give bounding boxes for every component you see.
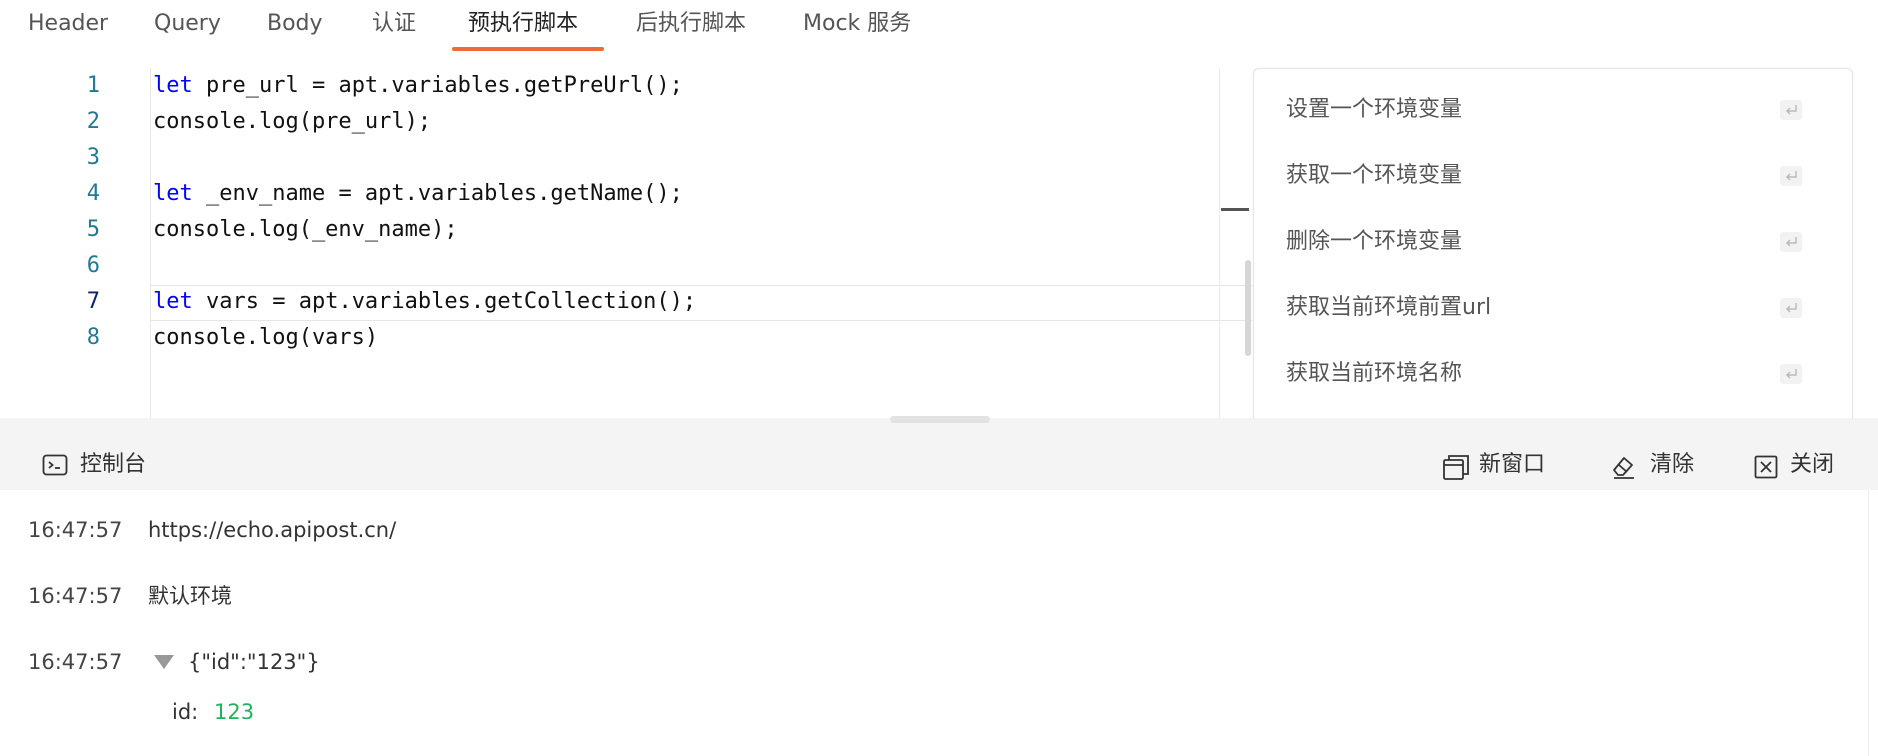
new-window-button[interactable]: 新窗口 <box>1442 440 1562 490</box>
suggestion-label: 获取当前环境名称 <box>1286 361 1463 386</box>
keyword: let <box>153 289 193 314</box>
line-number: 7 <box>86 289 100 314</box>
gutter-divider <box>150 68 151 418</box>
resize-handle[interactable] <box>890 416 990 423</box>
console-scroll-edge <box>1868 490 1869 756</box>
log-object[interactable]: {"id":"123"} <box>188 642 320 682</box>
code-line[interactable] <box>153 140 1249 176</box>
console-title: 控制台 <box>80 452 147 477</box>
minimap-cursor-mark <box>1221 208 1249 211</box>
clear-label: 清除 <box>1650 452 1695 477</box>
code-line[interactable]: let pre_url = apt.variables.getPreUrl(); <box>153 68 1249 104</box>
close-button[interactable]: 关闭 <box>1754 440 1854 490</box>
suggestion-delete-env-var[interactable]: 删除一个环境变量 <box>1254 209 1852 275</box>
close-label: 关闭 <box>1790 452 1835 477</box>
editor-scrollbar[interactable] <box>1245 260 1251 356</box>
new-window-icon <box>1443 455 1469 480</box>
log-timestamp: 16:47:57 <box>28 584 123 608</box>
line-number: 8 <box>86 325 100 350</box>
suggestion-get-env-name[interactable]: 获取当前环境名称 <box>1254 341 1852 407</box>
code-line[interactable]: console.log(_env_name); <box>153 212 1249 248</box>
eraser-icon <box>1613 457 1634 479</box>
line-number: 6 <box>86 253 100 278</box>
line-number: 5 <box>86 217 100 242</box>
enter-icon <box>1780 232 1802 252</box>
line-number: 3 <box>86 145 100 170</box>
code-line[interactable]: console.log(vars) <box>153 320 1249 356</box>
log-entry: 16:47:57 默认环境 <box>0 576 1860 616</box>
tab-post-script[interactable]: 后执行脚本 <box>636 0 746 48</box>
enter-icon <box>1780 364 1802 384</box>
tab-body[interactable]: Body <box>267 0 323 48</box>
minimap-divider <box>1219 68 1220 418</box>
terminal-icon <box>42 454 68 476</box>
log-message: https://echo.apipost.cn/ <box>148 518 397 542</box>
code-text: vars = apt.variables.getCollection(); <box>192 289 697 314</box>
suggestion-label: 获取一个环境变量 <box>1286 163 1463 188</box>
log-message: 默认环境 <box>148 584 232 608</box>
code-line[interactable] <box>153 248 1249 284</box>
log-entry: 16:47:57 https://echo.apipost.cn/ <box>0 510 1860 550</box>
log-entry: 16:47:57 {"id":"123"} <box>0 642 1860 682</box>
property-key: id: <box>172 700 199 724</box>
code-text: console.log(_env_name); <box>153 217 458 242</box>
suggestion-label: 设置一个环境变量 <box>1286 97 1463 122</box>
console-header: 控制台 新窗口 清除 关闭 <box>0 440 1878 490</box>
code-text: _env_name = apt.variables.getName(); <box>192 181 683 206</box>
tab-mock-service[interactable]: Mock 服务 <box>803 0 911 48</box>
object-property: id: 123 <box>0 692 1860 732</box>
suggestion-label: 删除一个环境变量 <box>1286 229 1463 254</box>
code-editor[interactable]: 1 2 3 4 5 6 7 8 let pre_url = apt.variab… <box>0 68 1252 418</box>
tab-header[interactable]: Header <box>28 0 108 48</box>
code-text: console.log(vars) <box>153 325 379 350</box>
active-tab-indicator <box>452 47 604 51</box>
clear-button[interactable]: 清除 <box>1610 440 1700 490</box>
snippet-suggestions-panel: 设置一个环境变量 获取一个环境变量 删除一个环境变量 获取当前环境前置url 获… <box>1253 68 1853 419</box>
line-number: 1 <box>86 73 100 98</box>
suggestion-set-env-var[interactable]: 设置一个环境变量 <box>1254 77 1852 143</box>
suggestion-get-pre-url[interactable]: 获取当前环境前置url <box>1254 275 1852 341</box>
keyword: let <box>153 181 193 206</box>
keyword: let <box>153 73 193 98</box>
log-timestamp: 16:47:57 <box>28 650 123 674</box>
collapse-triangle-icon[interactable] <box>153 654 175 670</box>
new-window-label: 新窗口 <box>1479 452 1546 477</box>
code-text: console.log(pre_url); <box>153 109 432 134</box>
tab-query[interactable]: Query <box>154 0 221 48</box>
console-output: 16:47:57 https://echo.apipost.cn/ 16:47:… <box>0 490 1878 756</box>
code-text: pre_url = apt.variables.getPreUrl(); <box>192 73 683 98</box>
suggestion-label: 获取当前环境前置url <box>1286 295 1492 320</box>
tab-auth[interactable]: 认证 <box>372 0 416 48</box>
close-icon <box>1754 455 1778 479</box>
enter-icon <box>1780 100 1802 120</box>
suggestion-get-env-var[interactable]: 获取一个环境变量 <box>1254 143 1852 209</box>
enter-icon <box>1780 298 1802 318</box>
script-tabs: Header Query Body 认证 预执行脚本 后执行脚本 Mock 服务 <box>0 0 1878 52</box>
code-line[interactable]: console.log(pre_url); <box>153 104 1249 140</box>
code-line[interactable]: let _env_name = apt.variables.getName(); <box>153 176 1249 212</box>
code-line[interactable]: let vars = apt.variables.getCollection()… <box>153 284 1249 320</box>
tab-pre-script[interactable]: 预执行脚本 <box>468 0 578 48</box>
line-number: 4 <box>86 181 100 206</box>
enter-icon <box>1780 166 1802 186</box>
property-value: 123 <box>214 700 255 724</box>
log-timestamp: 16:47:57 <box>28 518 123 542</box>
line-number: 2 <box>86 109 100 134</box>
